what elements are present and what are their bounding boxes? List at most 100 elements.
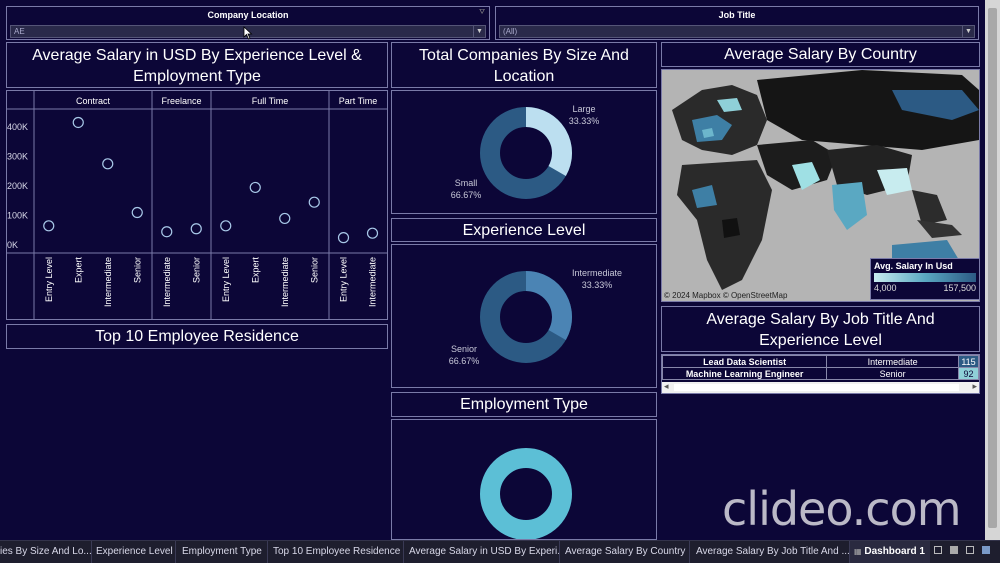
value-cell: 115 <box>958 355 979 368</box>
new-story-icon[interactable] <box>966 546 974 554</box>
group-header: Freelance <box>161 96 201 106</box>
mouse-cursor-icon <box>243 26 253 40</box>
senior-label: Senior 66.67% <box>440 343 488 367</box>
country-map-panel: © 2024 Mapbox © OpenStreetMap Avg. Salar… <box>661 69 980 302</box>
x-tick-label: Intermediate <box>162 257 172 307</box>
filter-funnel-icon[interactable]: ⛛ <box>479 9 485 17</box>
emp-chart-panel <box>391 419 657 540</box>
level-cell: Senior <box>826 367 960 380</box>
scroll-right-icon[interactable]: ▸ <box>972 381 977 392</box>
top10-title: Top 10 Employee Residence <box>95 328 299 345</box>
y-tick-label: 400K <box>7 122 28 132</box>
x-tick-label: Senior <box>191 257 201 283</box>
job-title-label: Job Title <box>718 10 756 20</box>
salary-point[interactable] <box>279 212 291 225</box>
company-location-label: Company Location <box>207 10 289 20</box>
scroll-left-icon[interactable]: ◂ <box>664 381 669 392</box>
x-tick-label: Expert <box>250 257 260 284</box>
x-tick-label: Senior <box>132 257 142 283</box>
tab-employment-type[interactable]: Employment Type <box>176 541 268 563</box>
y-tick-label: 100K <box>7 210 28 220</box>
job-title-select[interactable]: (All) ▼ <box>499 25 975 38</box>
intermediate-name: Intermediate <box>571 268 623 278</box>
group-header: Part Time <box>339 96 378 106</box>
scroll-thumb[interactable] <box>674 384 959 391</box>
large-name: Large <box>572 104 596 114</box>
sheet-tab-bar: ies By Size And Lo... Experience Level E… <box>0 540 1000 563</box>
country-title-panel: Average Salary By Country <box>661 42 980 67</box>
salary-point[interactable] <box>102 158 114 170</box>
y-tick-label: 300K <box>7 151 28 161</box>
tab-salary-country[interactable]: Average Salary By Country <box>560 541 690 563</box>
vertical-scrollbar[interactable] <box>985 0 1000 540</box>
exp-title-panel: Experience Level <box>391 218 657 242</box>
employment-slice[interactable] <box>480 448 572 539</box>
intermediate-label: Intermediate 33.33% <box>562 267 632 291</box>
salary-point[interactable] <box>249 181 261 194</box>
legend-max: 157,500 <box>943 283 976 293</box>
country-title: Average Salary By Country <box>724 46 917 63</box>
salary-point[interactable] <box>161 226 173 238</box>
legend-gradient <box>874 273 976 282</box>
salary-exp-chart-panel: 400K 300K 200K 100K 0K Contract Entry Level Exp… <box>6 90 388 320</box>
salary-point[interactable] <box>190 223 202 235</box>
company-location-value: AE <box>14 27 25 36</box>
table-row[interactable]: Machine Learning Engineer Senior 92 <box>662 367 979 380</box>
salary-exp-title: Average Salary in USD By Experience Leve… <box>32 47 362 85</box>
tab-salary-experience[interactable]: Average Salary in USD By Experi... <box>404 541 560 563</box>
group-header: Full Time <box>252 96 289 106</box>
x-tick-label: Expert <box>73 257 83 284</box>
salary-point[interactable] <box>131 206 143 219</box>
x-tick-label: Entry Level <box>339 257 349 302</box>
job-title-cell: Lead Data Scientist <box>662 355 828 368</box>
map-legend: Avg. Salary In Usd 4,000 157,500 <box>870 258 979 300</box>
emp-donut-chart <box>480 448 572 539</box>
chevron-down-icon[interactable]: ▼ <box>962 26 974 37</box>
small-name: Small <box>454 178 478 188</box>
tab-top10-residence[interactable]: Top 10 Employee Residence <box>268 541 404 563</box>
senior-name: Senior <box>450 344 477 354</box>
legend-title: Avg. Salary In Usd <box>874 261 953 271</box>
new-dashboard-icon[interactable] <box>950 546 958 554</box>
tab-dashboard-1[interactable]: ▦ Dashboard 1 <box>850 541 930 563</box>
table-row[interactable]: Lead Data Scientist Intermediate 115 <box>662 355 979 368</box>
large-pct: 33.33% <box>568 116 600 126</box>
salary-point[interactable] <box>337 232 350 244</box>
x-tick-label: Intermediate <box>368 257 378 307</box>
salary-point[interactable] <box>308 196 320 208</box>
senior-pct: 66.67% <box>448 356 480 366</box>
exp-donut-chart <box>480 271 573 363</box>
size-chart-panel: Large 33.33% Small 66.67% <box>391 90 657 214</box>
show-filmstrip-icon[interactable] <box>982 546 990 554</box>
intermediate-slice[interactable] <box>525 271 573 340</box>
tab-experience-level[interactable]: Experience Level <box>92 541 176 563</box>
tab-companies-size[interactable]: ies By Size And Lo... <box>0 541 92 563</box>
y-tick-label: 200K <box>7 181 28 191</box>
map-attribution: © 2024 Mapbox © OpenStreetMap <box>664 291 788 300</box>
salary-point[interactable] <box>366 227 379 239</box>
large-slice[interactable] <box>525 107 573 176</box>
dashboard-icon: ▦ <box>854 547 862 556</box>
new-sheet-icon[interactable] <box>934 546 942 554</box>
scroll-thumb[interactable] <box>988 8 997 528</box>
exp-title: Experience Level <box>462 222 586 239</box>
horizontal-scrollbar[interactable]: ◂ ▸ <box>662 381 979 393</box>
job-title-value: (All) <box>503 27 518 36</box>
chevron-down-icon[interactable]: ▼ <box>473 26 485 37</box>
jobtitle-table-panel: Lead Data Scientist Intermediate 115 Mac… <box>661 354 980 394</box>
large-label: Large 33.33% <box>560 103 608 127</box>
small-label: Small 66.67% <box>442 177 490 201</box>
intermediate-pct: 33.33% <box>581 280 613 290</box>
salary-point[interactable] <box>43 220 55 232</box>
x-tick-label: Intermediate <box>103 257 113 307</box>
salary-exp-title-panel: Average Salary in USD By Experience Leve… <box>6 42 388 88</box>
tab-salary-jobtitle[interactable]: Average Salary By Job Title And ... <box>690 541 850 563</box>
watermark: clideo.com <box>722 482 962 536</box>
group-header: Contract <box>76 96 111 106</box>
x-tick-label: Entry Level <box>221 257 231 302</box>
salary-point[interactable] <box>72 116 84 129</box>
size-title: Total Companies By Size And Location <box>419 47 629 85</box>
salary-point[interactable] <box>220 220 232 232</box>
y-tick-label: 0K <box>7 240 18 250</box>
legend-min: 4,000 <box>874 283 897 293</box>
